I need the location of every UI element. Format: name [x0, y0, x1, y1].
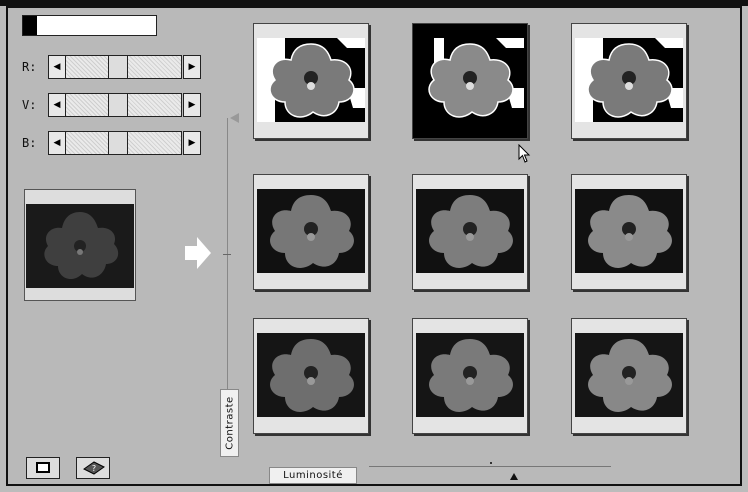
variant-thumbnail-mid-contrast-mid-lum[interactable] [412, 174, 528, 290]
variant-image [416, 189, 524, 273]
slider-blue-thumb[interactable] [108, 131, 129, 155]
variant-thumbnail-high-contrast-mid-lum[interactable] [412, 23, 528, 139]
contrast-axis-label: Contraste [224, 396, 235, 450]
variant-image [575, 38, 683, 122]
contrast-axis-line [227, 118, 228, 400]
slider-blue-label: B: [22, 136, 37, 150]
help-button[interactable]: ? [76, 457, 110, 479]
variant-image [575, 189, 683, 273]
luminosity-marker-icon[interactable] [510, 473, 518, 480]
variant-thumbnail-mid-contrast-low-lum[interactable] [253, 174, 369, 290]
window-icon [36, 462, 50, 473]
slider-blue: B: ◀ ▶ [22, 131, 201, 157]
slider-green-increase-icon[interactable]: ▶ [183, 93, 201, 117]
original-preview [24, 189, 136, 301]
slider-blue-increase-icon[interactable]: ▶ [183, 131, 201, 155]
original-flower-image [26, 204, 134, 288]
slider-red: R: ◀ ▶ [22, 55, 201, 81]
contrast-axis-tick [223, 254, 231, 255]
slider-green: V: ◀ ▶ [22, 93, 201, 119]
variant-thumbnail-high-contrast-high-lum[interactable] [571, 23, 687, 139]
slider-red-increase-icon[interactable]: ▶ [183, 55, 201, 79]
luminosity-axis-center-dot [490, 462, 492, 464]
slider-green-thumb[interactable] [108, 93, 129, 117]
arrow-right-icon [185, 237, 211, 269]
variant-thumbnail-low-contrast-high-lum[interactable] [571, 318, 687, 434]
variant-thumbnail-mid-contrast-high-lum[interactable] [571, 174, 687, 290]
window-button[interactable] [26, 457, 60, 479]
color-swatch-bar[interactable] [22, 15, 157, 36]
contrast-axis-button[interactable]: Contraste [220, 389, 239, 457]
help-book-icon: ? [83, 461, 105, 475]
slider-red-thumb[interactable] [108, 55, 129, 79]
slider-blue-decrease-icon[interactable]: ◀ [48, 131, 66, 155]
slider-red-label: R: [22, 60, 37, 74]
svg-text:?: ? [92, 464, 96, 473]
variant-image [575, 333, 683, 417]
variant-image [416, 38, 524, 122]
slider-green-label: V: [22, 98, 37, 112]
variant-image [257, 189, 365, 273]
luminosity-axis-line [369, 466, 611, 467]
variant-thumbnail-low-contrast-mid-lum[interactable] [412, 318, 528, 434]
variant-image [257, 333, 365, 417]
mouse-cursor-icon [518, 144, 531, 163]
variant-thumbnail-low-contrast-low-lum[interactable] [253, 318, 369, 434]
color-swatch-chip [23, 16, 37, 35]
slider-green-decrease-icon[interactable]: ◀ [48, 93, 66, 117]
variant-image [416, 333, 524, 417]
slider-red-decrease-icon[interactable]: ◀ [48, 55, 66, 79]
contrast-axis-tip-icon [230, 113, 239, 123]
variant-thumbnail-high-contrast-low-lum[interactable] [253, 23, 369, 139]
variant-image [257, 38, 365, 122]
luminosity-axis-button[interactable]: Luminosité [269, 467, 357, 484]
